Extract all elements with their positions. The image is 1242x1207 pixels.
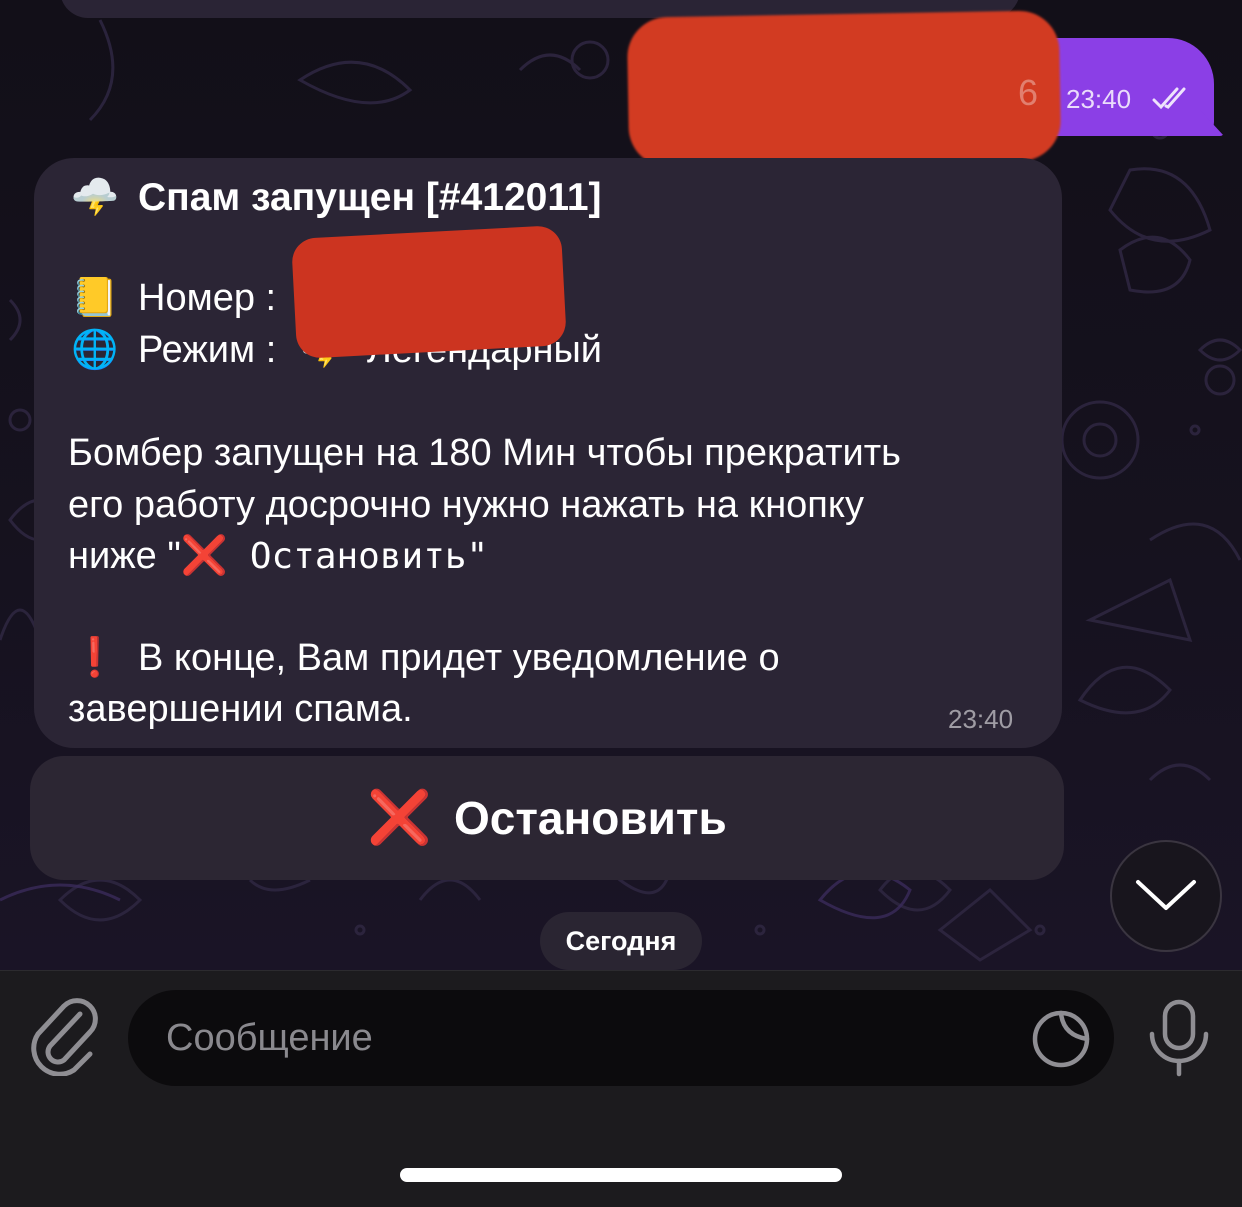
notice-text: В конце, Вам придет уведомление о <box>138 637 780 679</box>
redaction-overlay <box>626 10 1062 168</box>
number-label: Номер : <box>138 277 277 319</box>
body-text: его работу досрочно нужно нажать на кноп… <box>68 484 864 526</box>
thunderstorm-icon: 🌩️ <box>70 176 120 219</box>
cross-mark-icon: ❌ <box>367 789 432 847</box>
body-text: ниже " <box>68 535 181 577</box>
mode-label: Режим : <box>138 329 277 371</box>
home-indicator[interactable] <box>400 1168 842 1182</box>
body-text-mono: Остановить" <box>228 536 489 577</box>
message-input[interactable] <box>166 990 1026 1086</box>
paperclip-icon[interactable] <box>30 996 100 1081</box>
sticker-icon[interactable] <box>1030 1008 1092 1075</box>
body-line-3: ниже "❌ Остановить" <box>68 534 488 578</box>
scroll-to-bottom-button[interactable] <box>1110 840 1222 952</box>
stop-button[interactable]: ❌ Остановить <box>30 756 1064 880</box>
body-line-1: Бомбер запущен на 180 Мин чтобы прекрати… <box>68 432 901 475</box>
cross-mark-icon: ❌ <box>180 535 229 577</box>
notice-text: завершении спама. <box>68 688 413 730</box>
outgoing-message-time: 23:40 <box>1066 84 1132 114</box>
message-field[interactable] <box>128 990 1114 1086</box>
bot-message-title-line: 🌩️ Спам запущен [#412011] <box>68 174 602 220</box>
notebook-icon: 📒 <box>71 277 119 319</box>
notice-line-1: ❗ В конце, Вам придет уведомление о <box>68 636 780 680</box>
globe-icon: 🌐 <box>71 329 119 371</box>
redaction-overlay <box>291 225 567 359</box>
chevron-down-icon <box>1136 880 1196 910</box>
notice-line-2: завершении спама. <box>68 688 413 731</box>
body-text: Бомбер запущен на 180 Мин чтобы прекрати… <box>68 432 901 474</box>
outgoing-message-visible-fragment-end: 6 <box>1018 72 1039 113</box>
exclamation-icon: ❗ <box>71 637 119 679</box>
body-line-2: его работу досрочно нужно нажать на кноп… <box>68 484 864 527</box>
bot-message-time: 23:40 <box>948 704 1014 734</box>
microphone-icon[interactable] <box>1146 998 1212 1083</box>
double-check-icon <box>1152 86 1188 115</box>
bot-message-title: Спам запущен [#412011] <box>138 176 602 219</box>
date-separator: Сегодня <box>540 912 702 970</box>
stop-button-label: Остановить <box>454 792 727 844</box>
number-line: 📒 Номер : <box>68 276 276 320</box>
